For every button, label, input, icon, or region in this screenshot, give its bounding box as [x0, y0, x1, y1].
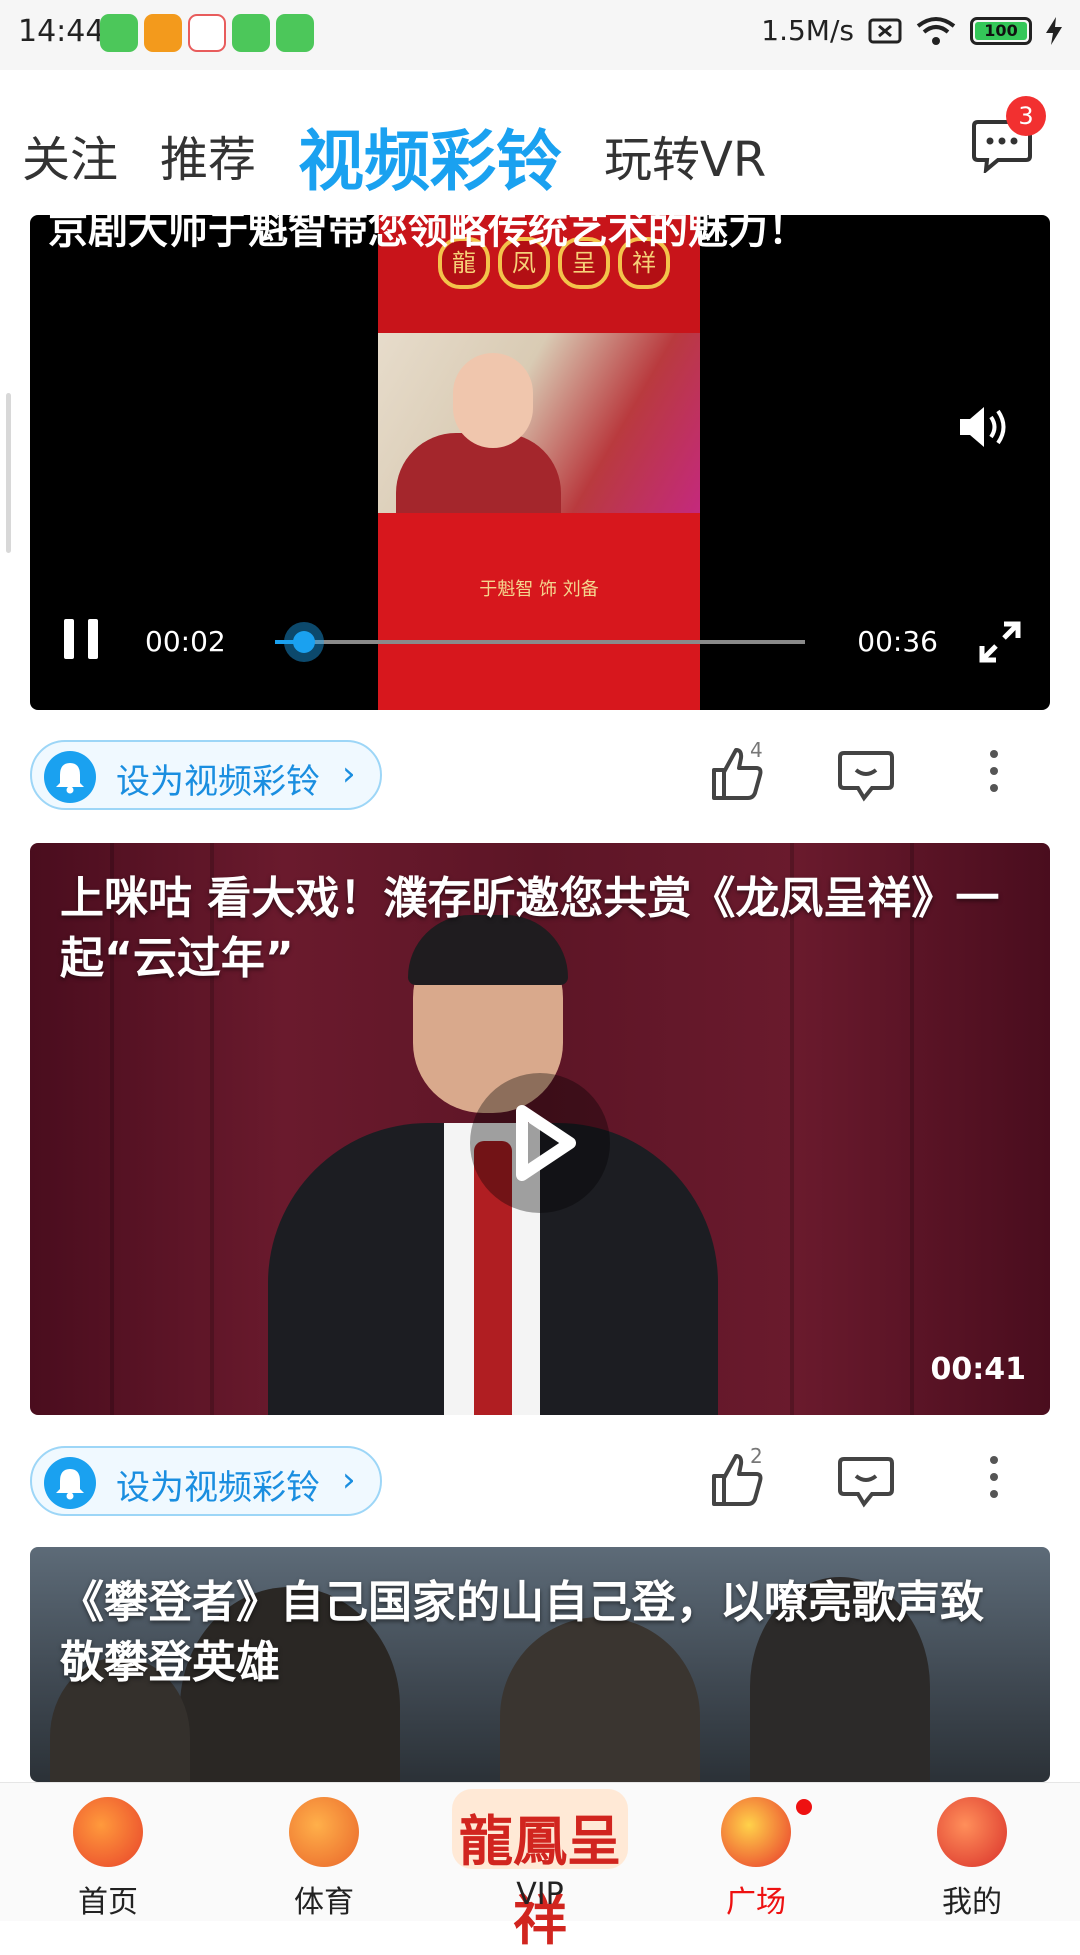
volume-icon[interactable] [958, 405, 1010, 449]
like-count: 2 [750, 1444, 763, 1468]
nav-vip[interactable]: 龍鳳呈祥 VIP [432, 1783, 648, 1952]
top-tab-bar: 关注 推荐 视频彩铃 玩转VR 3 [0, 70, 1080, 215]
set-video-ringtone-label: 设为视频彩铃 [116, 1468, 320, 1508]
vip-longfengchengxiang-logo: 龍鳳呈祥 [452, 1789, 628, 1952]
nav-label: VIP [516, 1877, 564, 1912]
bottom-navigation: 首页 体育 龍鳳呈祥 VIP 广场 我的 [0, 1782, 1080, 1952]
tab-video-ringtone[interactable]: 视频彩铃 [298, 108, 562, 204]
messages-button[interactable]: 3 [972, 96, 1046, 175]
bell-icon [44, 1457, 96, 1509]
nav-label: 我的 [942, 1885, 1002, 1920]
like-count: 4 [750, 738, 763, 762]
video-title: 《攀登者》自己国家的山自己登，以嘹亮歌声致敬攀登英雄 [60, 1577, 984, 1688]
tab-follow[interactable]: 关注 [22, 120, 118, 190]
notification-app-icon [100, 14, 138, 52]
video-frame-photo [378, 333, 700, 513]
nav-label: 体育 [294, 1885, 354, 1920]
comment-icon[interactable] [838, 1456, 894, 1508]
notification-app-icon [276, 14, 314, 52]
charging-icon [1046, 16, 1062, 45]
status-time: 14:44 [18, 14, 105, 49]
more-options-icon[interactable] [990, 750, 1000, 801]
nav-profile[interactable]: 我的 [864, 1783, 1080, 1921]
tab-recommend[interactable]: 推荐 [160, 120, 256, 190]
total-time: 00:36 [857, 625, 938, 658]
home-fortune-bag-icon [73, 1797, 143, 1867]
new-indicator-dot [796, 1799, 812, 1815]
pause-button[interactable] [62, 619, 102, 659]
video-actions: 设为视频彩铃 › 4 [30, 738, 1050, 812]
video-card[interactable]: 上咪咕 看大戏！濮存昕邀您共赏《龙凤呈祥》一起“云过年” 00:41 [30, 843, 1050, 1415]
wifi-icon [916, 16, 956, 45]
current-time: 00:02 [145, 625, 226, 658]
set-video-ringtone-button[interactable]: 设为视频彩铃 › [30, 740, 382, 810]
fullscreen-icon[interactable] [978, 620, 1022, 664]
battery-level: 100 [975, 21, 1027, 40]
video-frame: 龍 凤 呈 祥 于魁智 饰 刘备 [378, 215, 700, 710]
status-bar: 14:44 1.5M/s 100 [0, 0, 1080, 70]
nav-sports[interactable]: 体育 [216, 1783, 432, 1921]
chevron-right-icon: › [342, 754, 356, 794]
battery-icon: 100 [970, 16, 1032, 45]
chevron-right-icon: › [342, 1460, 356, 1500]
nav-label: 广场 [726, 1885, 786, 1920]
video-actions: 设为视频彩铃 › 2 [30, 1444, 1050, 1518]
comment-icon[interactable] [838, 750, 894, 802]
seek-bar[interactable] [275, 622, 805, 662]
video-duration: 00:41 [930, 1352, 1027, 1387]
notification-app-icon [144, 14, 182, 52]
nav-home[interactable]: 首页 [0, 1783, 216, 1921]
video-player[interactable]: 龍 凤 呈 祥 于魁智 饰 刘备 京剧大师于魁智带您领略传统艺术的魅力！ 00:… [30, 215, 1050, 710]
bell-icon [44, 751, 96, 803]
sports-mascot-icon [289, 1797, 359, 1867]
scroll-indicator [6, 393, 11, 553]
video-title: 京剧大师于魁智带您领略传统艺术的魅力！ [48, 215, 808, 253]
network-speed: 1.5M/s [761, 14, 854, 47]
notification-app-icon [188, 14, 226, 52]
message-count-badge: 3 [1006, 96, 1046, 136]
notification-app-icon [232, 14, 270, 52]
nav-label: 首页 [78, 1885, 138, 1920]
set-video-ringtone-button[interactable]: 设为视频彩铃 › [30, 1446, 382, 1516]
no-sim-icon [868, 18, 902, 43]
tab-vr[interactable]: 玩转VR [604, 120, 766, 190]
video-card[interactable]: 《攀登者》自己国家的山自己登，以嘹亮歌声致敬攀登英雄 [30, 1547, 1050, 1782]
plaza-firecracker-icon [721, 1797, 791, 1867]
play-icon [516, 1105, 576, 1181]
more-options-icon[interactable] [990, 1456, 1000, 1507]
seek-handle[interactable] [284, 622, 325, 662]
nav-plaza[interactable]: 广场 [648, 1783, 864, 1921]
profile-ox-mascot-icon [937, 1797, 1007, 1867]
video-title: 上咪咕 看大戏！濮存昕邀您共赏《龙凤呈祥》一起“云过年” [60, 873, 1000, 984]
set-video-ringtone-label: 设为视频彩铃 [116, 762, 320, 802]
poster-caption: 于魁智 饰 刘备 [479, 579, 599, 600]
play-button[interactable] [470, 1073, 610, 1213]
